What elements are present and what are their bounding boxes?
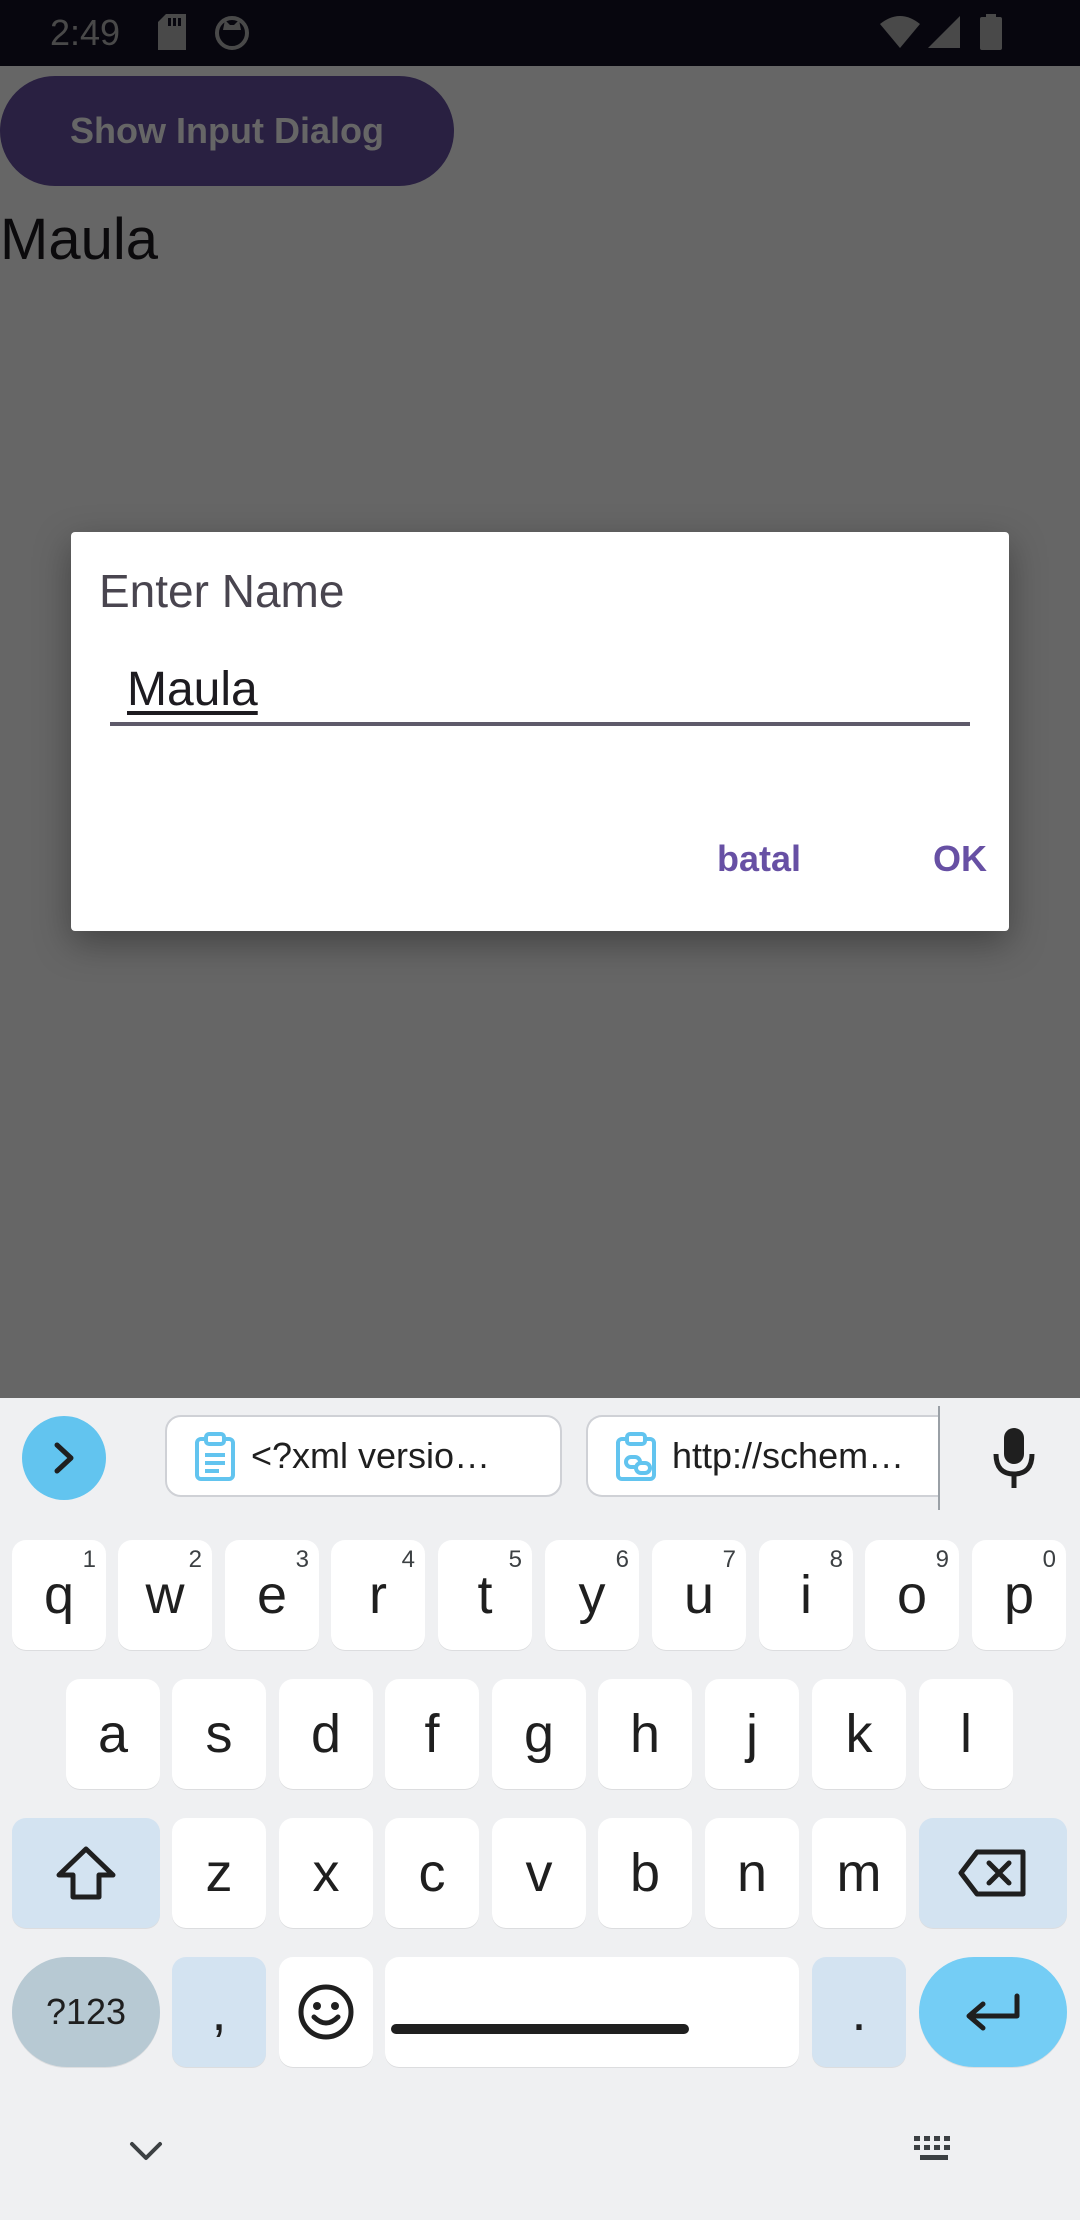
key-hint: 3 [295, 1546, 309, 1573]
key-hint: 2 [188, 1546, 202, 1573]
comma-key[interactable]: , [172, 1957, 266, 2067]
key-o[interactable]: o9 [865, 1540, 959, 1650]
key-c[interactable]: c [385, 1818, 479, 1928]
home-indicator[interactable] [391, 2024, 689, 2034]
enter-icon [966, 1993, 1020, 2031]
key-hint: 4 [401, 1546, 415, 1573]
key-label: w [145, 1565, 185, 1625]
keyboard-switch-icon[interactable] [912, 2134, 958, 2164]
key-q[interactable]: q1 [12, 1540, 106, 1650]
key-r[interactable]: r4 [331, 1540, 425, 1650]
name-input[interactable] [110, 656, 970, 726]
key-z[interactable]: z [172, 1818, 266, 1928]
status-time: 2:49 [50, 12, 121, 53]
key-b[interactable]: b [598, 1818, 692, 1928]
key-label: q [43, 1565, 75, 1625]
chevron-right-icon [54, 1442, 74, 1474]
key-e[interactable]: e3 [225, 1540, 319, 1650]
enter-key[interactable] [919, 1957, 1067, 2067]
key-label: p [1003, 1565, 1035, 1625]
key-hint: 7 [722, 1546, 736, 1573]
cat-icon [214, 14, 250, 55]
battery-icon [980, 14, 1002, 55]
key-hint: 1 [82, 1546, 96, 1573]
key-hint: 5 [508, 1546, 522, 1573]
expand-toolbar-button[interactable] [22, 1416, 106, 1500]
key-x[interactable]: x [279, 1818, 373, 1928]
key-hint: 9 [935, 1546, 949, 1573]
key-label: r [369, 1565, 387, 1625]
sd-card-icon [158, 14, 186, 55]
status-bar: 2:49 [0, 0, 1080, 66]
key-label: u [683, 1565, 715, 1625]
result-text: Maula [0, 207, 158, 272]
key-j[interactable]: j [705, 1679, 799, 1789]
key-l[interactable]: l [919, 1679, 1013, 1789]
clipboard-chip-text: <?xml versio… [251, 1435, 491, 1476]
dialog-title: Enter Name [99, 565, 345, 617]
cancel-button[interactable]: batal [693, 822, 825, 896]
emoji-icon [298, 1984, 354, 2040]
shift-icon [56, 1846, 116, 1900]
clipboard-chip-1[interactable]: <?xml versio… [165, 1415, 562, 1497]
clipboard-chip-text: http://schem… [672, 1435, 905, 1476]
key-w[interactable]: w2 [118, 1540, 212, 1650]
key-hint: 8 [829, 1546, 843, 1573]
key-i[interactable]: i8 [759, 1540, 853, 1650]
input-dialog: Enter Name batal OK [71, 532, 1009, 931]
soft-keyboard: <?xml versio… http://schem… q1 w2 e3 r4 … [0, 1398, 1080, 2220]
key-h[interactable]: h [598, 1679, 692, 1789]
key-a[interactable]: a [66, 1679, 160, 1789]
show-input-dialog-button[interactable]: Show Input Dialog [0, 76, 454, 186]
emoji-key[interactable] [279, 1957, 373, 2067]
backspace-icon [958, 1849, 1026, 1897]
microphone-icon[interactable] [988, 1426, 1040, 1490]
keyboard-toolbar: <?xml versio… http://schem… [0, 1398, 1080, 1518]
key-label: y [578, 1565, 606, 1625]
key-label: i [800, 1565, 812, 1625]
space-key[interactable] [385, 1957, 799, 2067]
key-t[interactable]: t5 [438, 1540, 532, 1650]
key-m[interactable]: m [812, 1818, 906, 1928]
backspace-key[interactable] [919, 1818, 1067, 1928]
clipboard-chip-2[interactable]: http://schem… [586, 1415, 938, 1497]
clipboard-link-icon [616, 1432, 656, 1481]
symbols-key[interactable]: ?123 [12, 1957, 160, 2067]
shift-key[interactable] [12, 1818, 160, 1928]
key-label: t [477, 1565, 493, 1625]
key-hint: 6 [615, 1546, 629, 1573]
key-n[interactable]: n [705, 1818, 799, 1928]
key-f[interactable]: f [385, 1679, 479, 1789]
key-label: o [896, 1565, 928, 1625]
clipboard-icon [195, 1432, 235, 1481]
key-p[interactable]: p0 [972, 1540, 1066, 1650]
toolbar-divider [938, 1406, 940, 1510]
key-g[interactable]: g [492, 1679, 586, 1789]
period-key[interactable]: . [812, 1957, 906, 2067]
signal-icon [928, 16, 960, 53]
key-k[interactable]: k [812, 1679, 906, 1789]
key-hint: 0 [1042, 1546, 1056, 1573]
hide-keyboard-icon[interactable] [126, 2136, 166, 2166]
key-v[interactable]: v [492, 1818, 586, 1928]
wifi-icon [880, 16, 920, 53]
key-label: e [256, 1565, 288, 1625]
key-y[interactable]: y6 [545, 1540, 639, 1650]
key-s[interactable]: s [172, 1679, 266, 1789]
key-d[interactable]: d [279, 1679, 373, 1789]
key-u[interactable]: u7 [652, 1540, 746, 1650]
ok-button[interactable]: OK [909, 822, 1011, 896]
